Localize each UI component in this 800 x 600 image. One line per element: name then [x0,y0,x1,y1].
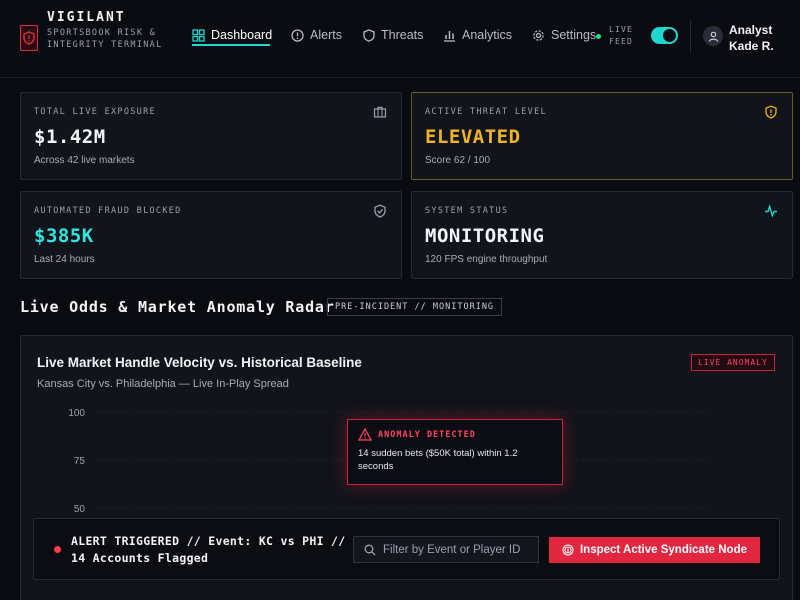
search-icon [364,544,376,555]
card-label: TOTAL LIVE EXPOSURE [34,107,156,117]
card-value: ELEVATED [425,126,521,148]
card-value: MONITORING [425,225,545,247]
card-label: ACTIVE THREAT LEVEL [425,107,547,117]
user-name[interactable]: Analyst Kade R. [729,22,774,54]
card-subtext: 120 FPS engine throughput [425,254,548,265]
gear-icon [533,29,544,41]
y-tick-label: 100 [68,408,85,419]
inspect-syndicate-button[interactable]: Inspect Active Syndicate Node [549,537,760,563]
card-label: AUTOMATED FRAUD BLOCKED [34,206,182,216]
brand-subtitle: SPORTSBOOK RISK & INTEGRITY TERMINAL [47,28,163,50]
nav-settings-label: Settings [551,28,597,42]
section-status-tag: PRE-INCIDENT // MONITORING [327,298,503,316]
card-subtext: Last 24 hours [34,254,95,265]
search-field[interactable] [353,536,539,563]
card-threat-level: ACTIVE THREAT LEVEL ELEVATED Score 62 / … [411,92,793,180]
nav-alerts-label: Alerts [310,28,342,42]
user-role: Analyst [729,23,773,37]
alert-message: ALERT TRIGGERED // Event: KC vs PHI // 1… [71,534,346,565]
section-title: Live Odds & Market Anomaly Radar [20,298,335,316]
briefcase-icon [373,106,387,118]
card-value: $1.42M [34,126,106,148]
nav-settings[interactable]: Settings [532,25,596,45]
card-subtext: Across 42 live markets [34,155,135,166]
alert-status-dot [54,546,61,553]
header-divider [690,20,691,54]
live-feed-indicator [596,34,601,39]
y-tick-label: 50 [74,504,86,515]
nav-alerts[interactable]: Alerts [291,25,342,45]
chart-subtitle: Kansas City vs. Philadelphia — Live In-P… [37,378,289,390]
brand-title: VIGILANT [47,10,126,25]
shield-icon [363,28,375,42]
card-fraud-blocked: AUTOMATED FRAUD BLOCKED $385K Last 24 ho… [20,191,402,279]
nav-analytics[interactable]: Analytics [443,25,512,45]
user-fullname: Kade R. [729,39,774,53]
anomaly-tooltip: ANOMALY DETECTED 14 sudden bets ($50K to… [347,419,563,485]
search-input[interactable] [383,543,533,556]
activity-icon [765,204,777,218]
live-anomaly-badge: LIVE ANOMALY [691,354,775,371]
card-value: $385K [34,225,94,247]
fingerprint-icon [562,544,574,556]
nav-dashboard[interactable]: Dashboard [192,25,272,45]
alert-circle-icon [291,28,304,42]
card-subtext: Score 62 / 100 [425,155,491,166]
alert-bar: ALERT TRIGGERED // Event: KC vs PHI // 1… [33,518,780,580]
shield-alert-icon [765,105,777,119]
live-feed-label: LIVE FEED [609,25,634,46]
anomaly-description: 14 sudden bets ($50K total) within 1.2 s… [358,448,518,472]
dashboard-icon [192,28,205,42]
nav-active-underline [192,44,270,46]
nav-threats[interactable]: Threats [363,25,423,45]
card-system-status: SYSTEM STATUS MONITORING 120 FPS engine … [411,191,793,279]
warning-triangle-icon [358,428,372,441]
y-tick-label: 75 [74,456,86,467]
nav-threats-label: Threats [381,28,424,42]
toggle-knob [663,29,676,42]
inspect-button-label: Inspect Active Syndicate Node [579,544,747,556]
shield-logo-icon [20,25,38,51]
live-feed-toggle[interactable] [651,27,678,44]
chart-title: Live Market Handle Velocity vs. Historic… [37,355,362,370]
card-label: SYSTEM STATUS [425,206,509,216]
anomaly-heading: ANOMALY DETECTED [378,430,476,440]
nav-dashboard-label: Dashboard [211,28,273,42]
bar-chart-icon [444,30,455,42]
shield-check-icon [374,204,386,218]
nav-analytics-label: Analytics [462,28,513,42]
card-total-exposure: TOTAL LIVE EXPOSURE $1.42M Across 42 liv… [20,92,402,180]
user-avatar[interactable] [703,26,723,46]
user-icon [708,31,718,42]
top-header: VIGILANT SPORTSBOOK RISK & INTEGRITY TER… [0,0,800,78]
